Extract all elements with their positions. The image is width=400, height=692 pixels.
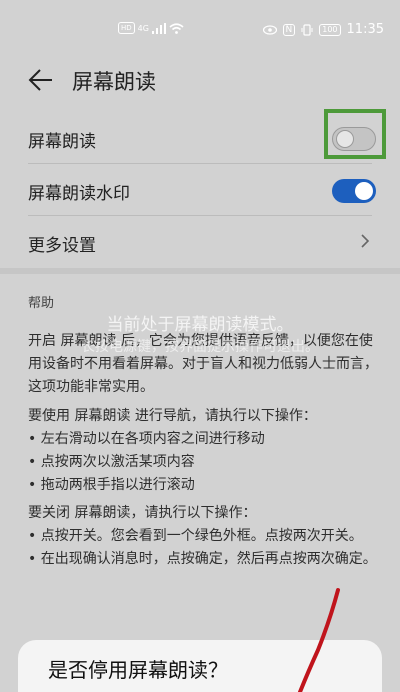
status-right: N 100 11:35 [262, 22, 384, 37]
battery-icon: 100 [319, 23, 341, 36]
status-bar: HD 4G N 100 11:35 [0, 0, 400, 54]
help-line: 要关闭 屏幕朗读，请执行以下操作： [28, 505, 257, 521]
signal-icon [151, 22, 166, 34]
toggle-knob [336, 130, 354, 148]
help-line: • 拖动两根手指以进行滚动 [28, 477, 195, 493]
section-divider [0, 268, 400, 274]
status-left: HD 4G [118, 22, 184, 34]
nfc-icon: N [282, 23, 296, 36]
watermark-row[interactable]: 屏幕朗读水印 [0, 164, 400, 216]
dialog-title: 是否停用屏幕朗读？ [48, 658, 228, 682]
more-settings-label: 更多设置 [28, 236, 96, 256]
help-navigation-text: 要使用 屏幕朗读 进行导航，请执行以下操作： • 左右滑动以在各项内容之间进行移… [28, 405, 378, 497]
help-line: • 点按开关。您会看到一个绿色外框。点按两次开关。 [28, 528, 363, 544]
disable-confirm-dialog: 是否停用屏幕朗读？ [18, 640, 382, 692]
screen-reader-row[interactable]: 屏幕朗读 [0, 109, 400, 164]
watermark-toggle[interactable] [332, 179, 376, 203]
screen-reader-label: 屏幕朗读 [28, 132, 96, 152]
eye-icon [262, 24, 277, 35]
screen: HD 4G N 100 11:35 屏幕朗读 屏幕朗读 屏幕朗读水印 更多设置 … [0, 0, 400, 692]
help-line: • 在出现确认消息时，点按确定，然后再点按两次确定。 [28, 551, 377, 567]
help-disable-text: 要关闭 屏幕朗读，请执行以下操作： • 点按开关。您会看到一个绿色外框。点按两次… [28, 502, 378, 571]
help-line: 要使用 屏幕朗读 进行导航，请执行以下操作： [28, 408, 317, 424]
help-heading: 帮助 [28, 296, 55, 311]
page-title: 屏幕朗读 [72, 70, 156, 94]
clock: 11:35 [346, 22, 384, 37]
more-settings-row[interactable]: 更多设置 [0, 216, 400, 268]
vibrate-icon [301, 23, 313, 36]
toggle-knob [355, 182, 373, 200]
screen-reader-toggle[interactable] [332, 127, 376, 151]
watermark-label: 屏幕朗读水印 [28, 184, 130, 204]
hd-badge: HD [118, 22, 135, 34]
chevron-right-icon [361, 234, 370, 248]
help-line: • 点按两次以激活某项内容 [28, 454, 195, 470]
help-line: • 左右滑动以在各项内容之间进行移动 [28, 431, 265, 447]
app-header: 屏幕朗读 [0, 58, 400, 106]
back-arrow-icon[interactable] [26, 66, 56, 94]
signal-label: 4G [137, 23, 149, 33]
help-intro-text: 开启 屏幕朗读 后，它会为您提供语音反馈，以便您在使用设备时不用看着屏幕。对于盲… [28, 333, 378, 395]
wifi-icon [169, 22, 184, 34]
